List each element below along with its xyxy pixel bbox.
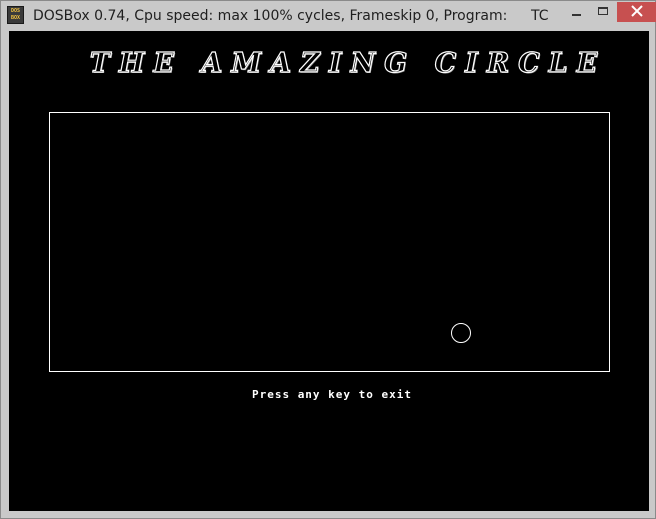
- icon-label-bottom: BOX: [10, 15, 21, 21]
- window-title: DOSBox 0.74, Cpu speed: max 100% cycles,…: [33, 8, 508, 24]
- game-title: THE AMAZING CIRCLE: [89, 47, 607, 79]
- close-icon: [631, 5, 643, 17]
- dosbox-window: DOS BOX DOSBox 0.74, Cpu speed: max 100%…: [0, 0, 656, 519]
- close-button[interactable]: [617, 2, 656, 22]
- dos-screen[interactable]: THE AMAZING CIRCLE Press any key to exit: [9, 31, 649, 511]
- window-title-tail: TC: [531, 8, 549, 24]
- icon-label-top: DOS: [10, 8, 21, 14]
- minimize-button[interactable]: [563, 2, 590, 22]
- dosbox-app-icon[interactable]: DOS BOX: [7, 6, 24, 24]
- maximize-button[interactable]: [590, 2, 617, 22]
- exit-prompt: Press any key to exit: [251, 388, 413, 401]
- maximize-icon: [598, 7, 608, 15]
- moving-circle: [451, 323, 471, 343]
- minimize-icon: [572, 14, 581, 16]
- title-bar[interactable]: DOS BOX DOSBox 0.74, Cpu speed: max 100%…: [1, 1, 656, 31]
- playfield-border: [49, 112, 610, 372]
